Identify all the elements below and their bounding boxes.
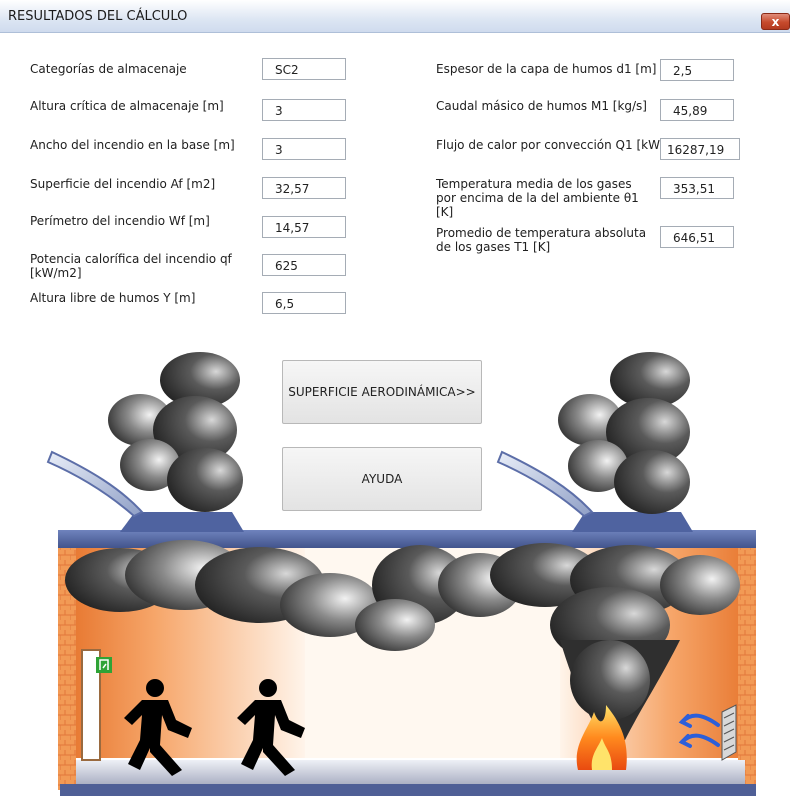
aerodynamic-surface-button[interactable]: SUPERFICIE AERODINÁMICA>> — [282, 360, 482, 424]
smoke-cloud-icon — [558, 352, 690, 514]
smoke-cloud-icon — [108, 352, 243, 512]
vent-grille — [721, 704, 737, 761]
exit-sign-icon — [96, 657, 112, 673]
right-wall — [738, 545, 756, 790]
help-button[interactable]: AYUDA — [282, 447, 482, 511]
